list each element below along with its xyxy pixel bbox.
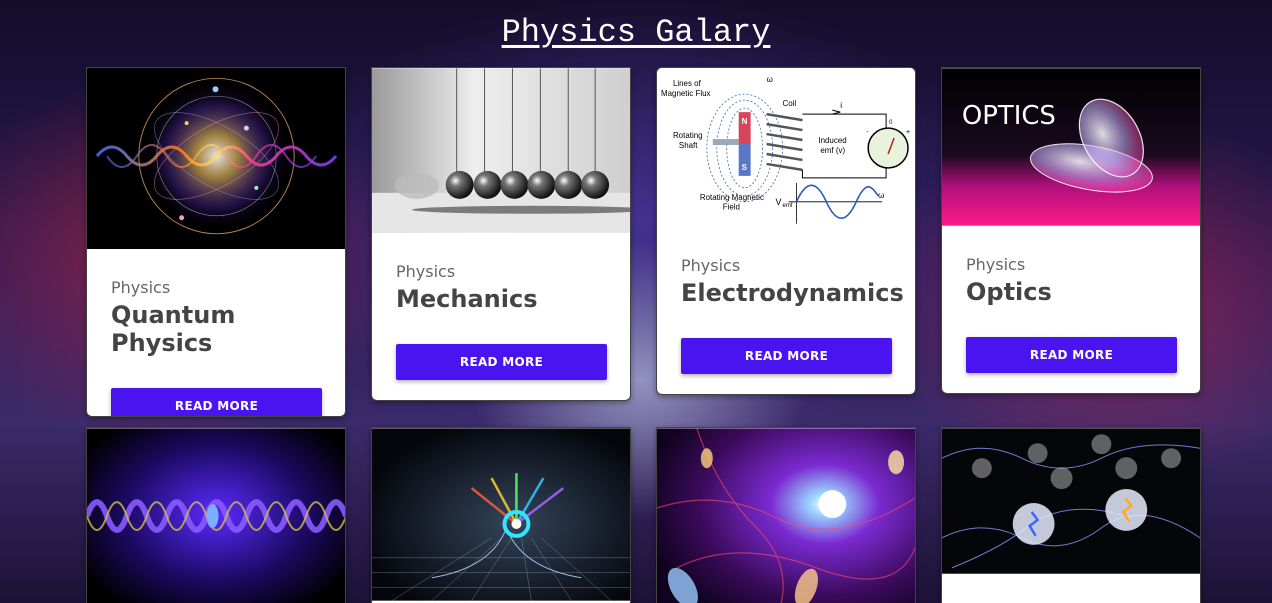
card-category: Physics — [111, 278, 171, 297]
diagram-label: V — [776, 197, 782, 207]
card-electrodynamics: Lines of Magnetic Flux ω Coil i Rotating… — [656, 67, 916, 395]
card-category: Physics — [396, 262, 456, 281]
diagram-label: Induced — [818, 136, 846, 145]
optics-banner-text: OPTICS — [962, 101, 1056, 131]
generator-diagram-image[interactable]: Lines of Magnetic Flux ω Coil i Rotating… — [657, 68, 915, 227]
read-more-button[interactable]: READ MORE — [681, 338, 892, 374]
diagram-label: Shaft — [679, 141, 698, 150]
diagram-label: ω — [767, 75, 773, 84]
diagram-label: Magnetic Flux — [661, 89, 711, 98]
card-title: Quantum Physics — [111, 301, 236, 357]
diagram-label: N — [742, 117, 748, 126]
card-light-wave — [86, 427, 346, 603]
read-more-button[interactable]: READ MORE — [396, 344, 607, 380]
newtons-cradle-image[interactable] — [372, 68, 630, 233]
diagram-label: i — [840, 101, 842, 110]
card-title: Electrodynamics — [681, 279, 904, 307]
card-mechanics: Physics Mechanics READ MORE — [371, 67, 631, 401]
card-category: Physics — [681, 256, 741, 275]
card-quantum-physics: Physics Quantum Physics READ MORE — [86, 67, 346, 417]
card-wormhole — [371, 427, 631, 603]
qubits-image[interactable] — [942, 428, 1200, 574]
card-optics: OPTICS Physics Optics READ MORE — [941, 67, 1201, 394]
page-title: Physics Galary — [501, 14, 771, 51]
diagram-label: emf (v) — [820, 146, 845, 155]
wormhole-image[interactable] — [372, 428, 630, 601]
diagram-label: emf — [783, 203, 793, 209]
card-title: Mechanics — [396, 285, 538, 313]
diagram-label: S — [742, 163, 747, 172]
diagram-label: Field — [723, 203, 740, 212]
diagram-label: - — [866, 129, 869, 136]
card-galaxy — [656, 427, 916, 603]
diagram-label: 0 — [889, 120, 893, 126]
card-category: Physics — [966, 255, 1026, 274]
read-more-button[interactable]: READ MORE — [966, 337, 1177, 373]
quantum-atom-image[interactable] — [87, 68, 345, 249]
read-more-button[interactable]: READ MORE — [111, 388, 322, 416]
diagram-label: Rotating Magnetic — [700, 193, 764, 202]
card-title: Optics — [966, 278, 1052, 306]
card-qubits — [941, 427, 1201, 603]
diagram-label: + — [906, 129, 910, 136]
diagram-label: Lines of — [673, 79, 702, 88]
diagram-label: ω — [878, 191, 884, 200]
light-wave-image[interactable] — [87, 428, 345, 603]
diagram-label: Coil — [783, 99, 797, 108]
galaxy-cosmos-image[interactable] — [657, 428, 915, 603]
optics-lenses-image[interactable]: OPTICS — [942, 68, 1200, 226]
diagram-label: Rotating — [673, 131, 703, 140]
